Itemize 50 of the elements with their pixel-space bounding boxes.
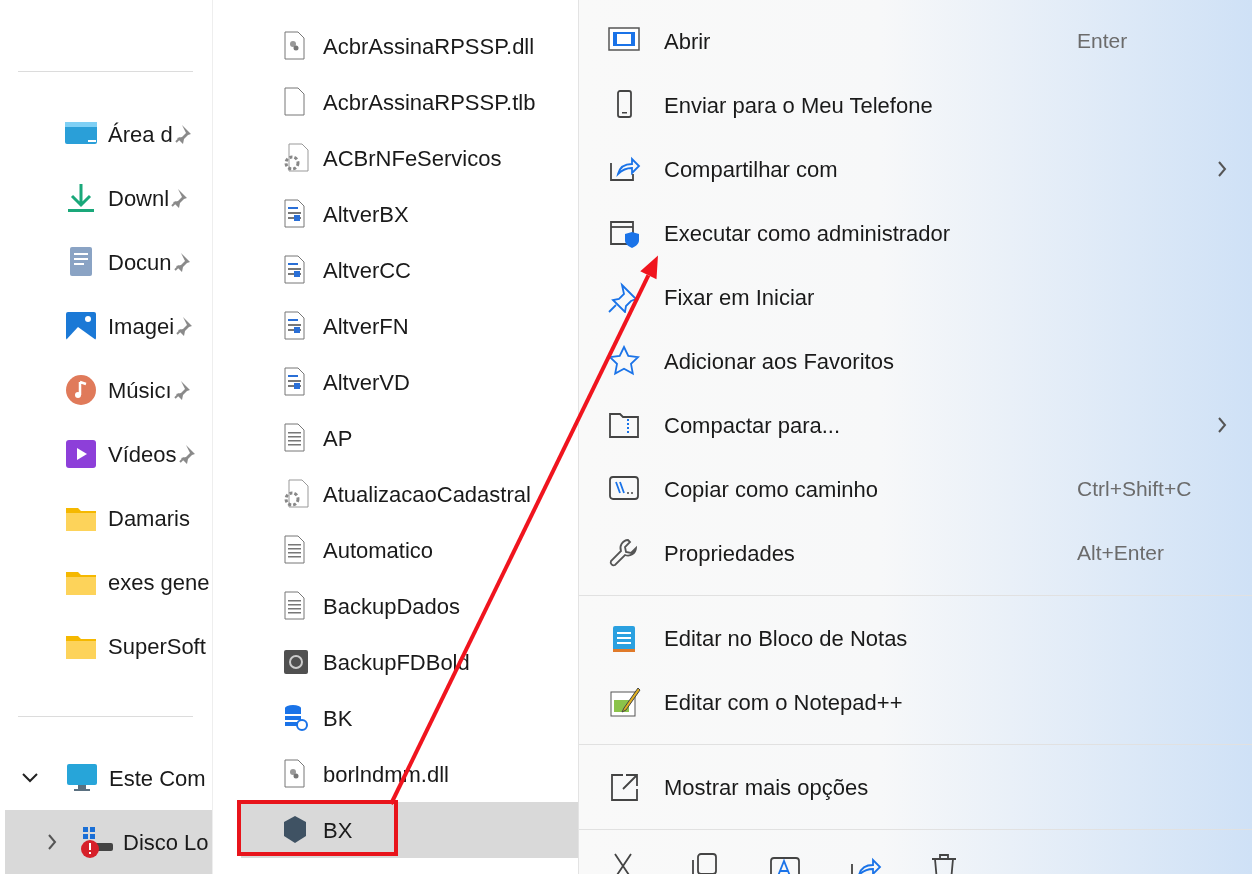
nav-item[interactable]: Músicı [0, 358, 212, 422]
shortcut-text: Ctrl+Shift+C [1077, 476, 1193, 503]
nav-item[interactable]: Imagei [0, 294, 212, 358]
image-icon [64, 309, 98, 343]
dark-file-icon [283, 647, 309, 677]
tree-item[interactable]: Este Com [0, 746, 212, 810]
menu-item[interactable]: Compactar para... [579, 393, 1252, 457]
nav-item[interactable]: Área d [0, 102, 212, 166]
file-row[interactable]: AltverCC [241, 242, 578, 298]
menu-item[interactable]: Adicionar aos Favoritos [579, 329, 1252, 393]
nav-item[interactable]: Downl [0, 166, 212, 230]
chevron-right-icon [45, 833, 59, 851]
video-icon [64, 437, 98, 471]
menu-item[interactable]: Abrir Enter [579, 9, 1252, 73]
file-row[interactable]: AtualizacaoCadastral [241, 466, 578, 522]
menu-item[interactable]: Propriedades Alt+Enter [579, 521, 1252, 585]
menu-item[interactable]: Mostrar mais opções [579, 755, 1252, 819]
menu-item[interactable]: Editar com o Notepad++ [579, 670, 1252, 734]
file-row[interactable]: BK [241, 690, 578, 746]
database-icon [283, 703, 309, 733]
nav-item[interactable]: Vídeos [0, 422, 212, 486]
shortcut-text: Alt+Enter [1077, 540, 1165, 567]
menu-item[interactable]: Enviar para o Meu Telefone [579, 73, 1252, 137]
file-row[interactable]: AP [241, 410, 578, 466]
file-row[interactable]: AltverBX [241, 186, 578, 242]
file-row[interactable]: AcbrAssinaRPSSP.tlb [241, 74, 578, 130]
nav-item[interactable]: SuperSoft [0, 614, 212, 678]
file-row[interactable]: AltverVD [241, 354, 578, 410]
file-row[interactable]: AcbrAssinaRPSSP.dll [241, 18, 578, 74]
star-icon [608, 345, 642, 377]
menu-item[interactable]: Editar no Bloco de Notas [579, 606, 1252, 670]
menu-item[interactable]: Executar como administrador [579, 201, 1252, 265]
menu-item[interactable]: Copiar como caminho Ctrl+Shift+C [579, 457, 1252, 521]
nav-item[interactable]: exes gene [0, 550, 212, 614]
file-row[interactable]: BackupDados [241, 578, 578, 634]
nav-item[interactable]: Docun [0, 230, 212, 294]
music-icon [64, 373, 98, 407]
gear-file-icon [283, 479, 309, 509]
notepad-pencil-icon [608, 686, 642, 718]
file-row[interactable]: Automatico [241, 522, 578, 578]
gear-file-icon [283, 143, 309, 173]
nav-item[interactable]: Damaris [0, 486, 212, 550]
tree-item[interactable]: Disco Lo [5, 810, 212, 874]
menu-item[interactable]: Fixar em Iniciar [579, 265, 1252, 329]
shortcut-text: Enter [1077, 28, 1129, 55]
drive-warning-icon [79, 825, 113, 859]
xml-file-icon [283, 815, 309, 845]
file-row[interactable]: ACBrNFeServicos [241, 130, 578, 186]
file-row[interactable]: AltverFN [241, 298, 578, 354]
menu-item[interactable]: Compartilhar com [579, 137, 1252, 201]
